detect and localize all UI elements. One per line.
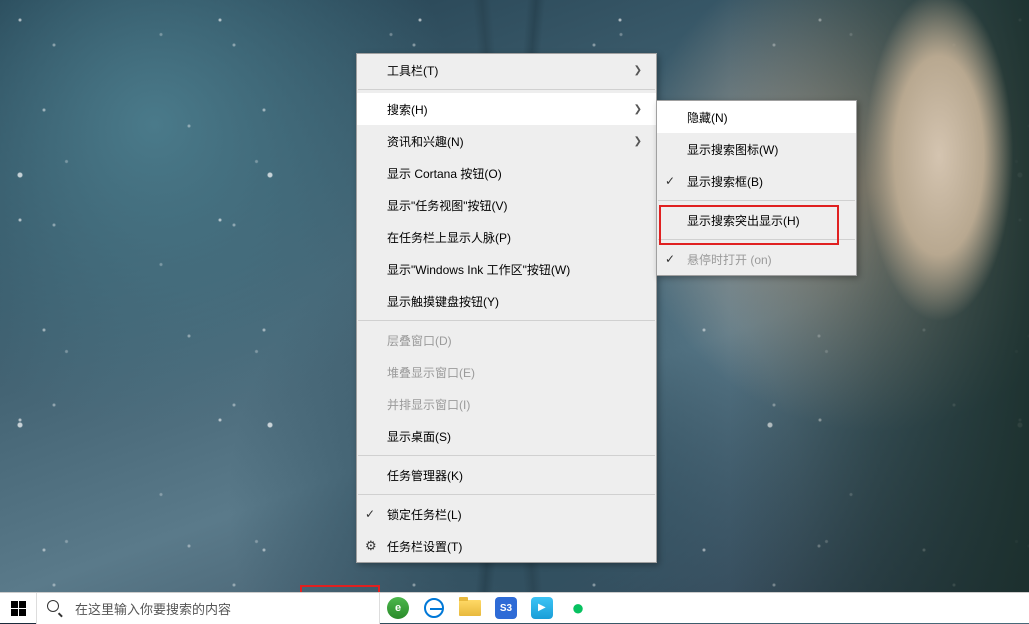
submenu-item-show-icon[interactable]: 显示搜索图标(W) <box>657 133 856 165</box>
menu-item-cortana[interactable]: 显示 Cortana 按钮(O) <box>357 157 656 189</box>
menu-separator <box>358 455 655 456</box>
menu-label: 显示搜索突出显示(H) <box>687 212 842 229</box>
taskbar-context-menu: 工具栏(T) ❯ 搜索(H) ❯ 资讯和兴趣(N) ❯ 显示 Cortana 按… <box>356 53 657 563</box>
search-placeholder: 在这里输入你要搜索的内容 <box>75 599 231 618</box>
menu-label: 层叠窗口(D) <box>387 332 642 349</box>
menu-item-showdesktop[interactable]: 显示桌面(S) <box>357 420 656 452</box>
menu-label: 任务管理器(K) <box>387 467 642 484</box>
submenu-item-show-box[interactable]: ✓ 显示搜索框(B) <box>657 165 856 197</box>
menu-item-people[interactable]: 在任务栏上显示人脉(P) <box>357 221 656 253</box>
start-button[interactable] <box>0 593 36 624</box>
menu-separator <box>658 200 855 201</box>
menu-separator <box>358 320 655 321</box>
menu-item-cascade: 层叠窗口(D) <box>357 324 656 356</box>
menu-label: 显示 Cortana 按钮(O) <box>387 165 642 182</box>
taskbar-search-box[interactable]: 在这里输入你要搜索的内容 <box>36 593 380 624</box>
edge-icon <box>424 598 444 618</box>
menu-label: 锁定任务栏(L) <box>387 506 642 523</box>
wechat-icon: ● <box>571 595 584 621</box>
menu-item-sidebyside: 并排显示窗口(I) <box>357 388 656 420</box>
taskbar-pinned-apps: e S3 ● <box>380 593 596 624</box>
menu-label: 资讯和兴趣(N) <box>387 133 634 150</box>
taskbar: 在这里输入你要搜索的内容 e S3 ● <box>0 592 1029 623</box>
menu-item-stacked: 堆叠显示窗口(E) <box>357 356 656 388</box>
submenu-item-hover-open: ✓ 悬停时打开 (on) <box>657 243 856 275</box>
taskbar-app-explorer[interactable] <box>452 593 488 624</box>
menu-item-taskbar-settings[interactable]: ⚙ 任务栏设置(T) <box>357 530 656 562</box>
menu-label: 堆叠显示窗口(E) <box>387 364 642 381</box>
submenu-item-search-highlights[interactable]: 显示搜索突出显示(H) <box>657 204 856 236</box>
chevron-right-icon: ❯ <box>634 65 642 76</box>
folder-icon <box>459 600 481 616</box>
menu-label: 显示触摸键盘按钮(Y) <box>387 293 642 310</box>
menu-item-search[interactable]: 搜索(H) ❯ <box>357 93 656 125</box>
taskbar-app-360browser[interactable]: e <box>380 593 416 624</box>
menu-label: 并排显示窗口(I) <box>387 396 642 413</box>
taskbar-app-qq[interactable] <box>524 593 560 624</box>
s3-icon: S3 <box>495 597 517 619</box>
taskbar-app-s3[interactable]: S3 <box>488 593 524 624</box>
menu-item-taskmanager[interactable]: 任务管理器(K) <box>357 459 656 491</box>
check-icon: ✓ <box>365 507 375 521</box>
submenu-item-hidden[interactable]: 隐藏(N) <box>657 101 856 133</box>
menu-separator <box>358 89 655 90</box>
search-icon <box>47 600 63 616</box>
chevron-right-icon: ❯ <box>634 136 642 147</box>
menu-item-lock-taskbar[interactable]: ✓ 锁定任务栏(L) <box>357 498 656 530</box>
windows-logo-icon <box>11 601 26 616</box>
menu-label: 显示搜索图标(W) <box>687 141 842 158</box>
taskbar-app-wechat[interactable]: ● <box>560 593 596 624</box>
menu-label: 显示搜索框(B) <box>687 173 842 190</box>
menu-label: 显示"Windows Ink 工作区"按钮(W) <box>387 261 642 278</box>
check-icon: ✓ <box>665 174 675 188</box>
menu-label: 显示桌面(S) <box>387 428 642 445</box>
menu-label: 显示"任务视图"按钮(V) <box>387 197 642 214</box>
menu-item-ink[interactable]: 显示"Windows Ink 工作区"按钮(W) <box>357 253 656 285</box>
chevron-right-icon: ❯ <box>634 104 642 115</box>
menu-label: 悬停时打开 (on) <box>687 251 842 268</box>
search-submenu: 隐藏(N) 显示搜索图标(W) ✓ 显示搜索框(B) 显示搜索突出显示(H) ✓… <box>656 100 857 276</box>
taskbar-app-edge[interactable] <box>416 593 452 624</box>
menu-label: 隐藏(N) <box>687 109 842 126</box>
gear-icon: ⚙ <box>365 538 377 554</box>
menu-label: 工具栏(T) <box>387 62 634 79</box>
check-icon: ✓ <box>665 252 675 266</box>
menu-item-news[interactable]: 资讯和兴趣(N) ❯ <box>357 125 656 157</box>
menu-label: 在任务栏上显示人脉(P) <box>387 229 642 246</box>
menu-label: 搜索(H) <box>387 101 634 118</box>
menu-item-touchkeyboard[interactable]: 显示触摸键盘按钮(Y) <box>357 285 656 317</box>
menu-separator <box>658 239 855 240</box>
menu-item-taskview[interactable]: 显示"任务视图"按钮(V) <box>357 189 656 221</box>
browser-360-icon: e <box>387 597 409 619</box>
menu-label: 任务栏设置(T) <box>387 538 642 555</box>
menu-item-toolbars[interactable]: 工具栏(T) ❯ <box>357 54 656 86</box>
menu-separator <box>358 494 655 495</box>
qq-icon <box>531 597 553 619</box>
